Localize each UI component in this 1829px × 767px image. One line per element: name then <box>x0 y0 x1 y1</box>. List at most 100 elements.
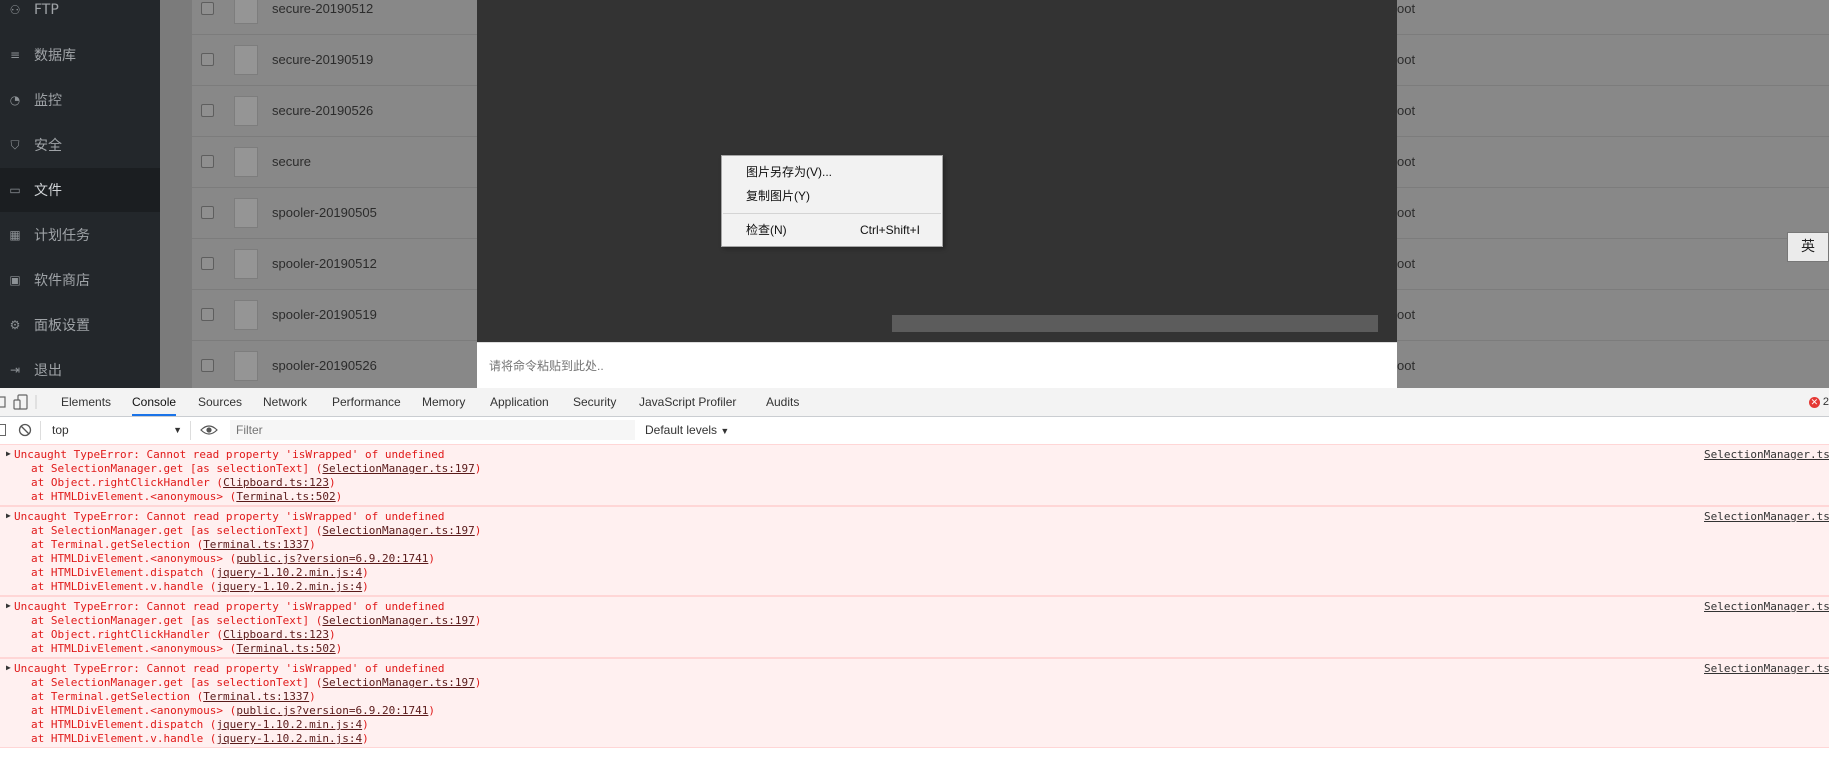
tab-console[interactable]: Console <box>132 388 177 416</box>
device-toolbar-icon[interactable] <box>13 394 28 410</box>
row-checkbox[interactable] <box>201 53 214 66</box>
stack-frame-link[interactable]: jquery-1.10.2.min.js:4 <box>216 732 362 745</box>
stack-frame-text: at HTMLDivElement.<anonymous> ( <box>31 552 237 565</box>
stack-frame: at HTMLDivElement.dispatch (jquery-1.10.… <box>31 566 369 580</box>
tab-application[interactable]: Application <box>490 388 549 416</box>
stack-frame-link[interactable]: public.js?version=6.9.20:1741 <box>236 552 428 565</box>
file-name[interactable]: secure <box>272 136 311 187</box>
tab-audits[interactable]: Audits <box>766 388 799 416</box>
menu-item-save-image[interactable]: 图片另存为(V)... <box>722 161 942 183</box>
stack-frame-link[interactable]: jquery-1.10.2.min.js:4 <box>216 580 362 593</box>
stack-frame-link[interactable]: Terminal.ts:502 <box>236 490 335 503</box>
message-source-link[interactable]: SelectionManager.ts:197 <box>1704 600 1829 613</box>
stack-frame: at SelectionManager.get [as selectionTex… <box>31 676 481 690</box>
sidebar-item-2[interactable]: ◔ 监控 <box>0 78 160 122</box>
error-text: Uncaught TypeError: Cannot read property… <box>14 600 445 613</box>
stack-frame: at SelectionManager.get [as selectionTex… <box>31 524 481 538</box>
sidebar-item-5[interactable]: ▦ 计划任务 <box>0 213 160 257</box>
file-name[interactable]: secure-20190526 <box>272 85 373 136</box>
expand-triangle-icon[interactable]: ▶ <box>6 663 11 672</box>
stack-frame-link[interactable]: jquery-1.10.2.min.js:4 <box>216 566 362 579</box>
context-select[interactable]: top ▼ <box>52 421 182 439</box>
gear-icon: ⚙ <box>9 318 21 332</box>
tab-security[interactable]: Security <box>573 388 616 416</box>
stack-frame-text: at Terminal.getSelection ( <box>31 538 204 551</box>
tab-performance[interactable]: Performance <box>332 388 401 416</box>
stack-frame-text: at HTMLDivElement.<anonymous> ( <box>31 642 237 655</box>
row-checkbox[interactable] <box>201 104 214 117</box>
row-checkbox[interactable] <box>201 2 214 15</box>
stack-frame-link[interactable]: Terminal.ts:1337 <box>203 538 309 551</box>
sidebar-item-6[interactable]: ▣ 软件商店 <box>0 258 160 302</box>
tab-sources[interactable]: Sources <box>198 388 242 416</box>
stack-frame-text: ) <box>362 580 369 593</box>
file-name[interactable]: spooler-20190526 <box>272 340 377 388</box>
file-name[interactable]: spooler-20190512 <box>272 238 377 289</box>
clear-console-icon[interactable] <box>18 423 32 440</box>
tab-network[interactable]: Network <box>263 388 307 416</box>
stack-frame: at HTMLDivElement.<anonymous> (Terminal.… <box>31 490 342 504</box>
sidebar-toggle-icon[interactable] <box>0 424 6 436</box>
ime-indicator[interactable]: 英 <box>1787 232 1829 262</box>
sidebar-item-label: 文件 <box>34 183 62 199</box>
stack-frame-link[interactable]: SelectionManager.ts:197 <box>322 676 474 689</box>
tab-memory[interactable]: Memory <box>422 388 465 416</box>
stack-frame-link[interactable]: SelectionManager.ts:197 <box>322 462 474 475</box>
stack-frame-link[interactable]: Terminal.ts:1337 <box>203 690 309 703</box>
message-source-link[interactable]: SelectionManager.ts:197 <box>1704 662 1829 675</box>
file-name[interactable]: secure-20190519 <box>272 34 373 85</box>
stack-frame: at Object.rightClickHandler (Clipboard.t… <box>31 628 336 642</box>
row-checkbox[interactable] <box>201 155 214 168</box>
menu-item-inspect[interactable]: 检查(N) Ctrl+Shift+I <box>722 219 942 241</box>
sidebar-item-0[interactable]: ⚇ FTP <box>0 0 160 32</box>
console-error-message[interactable]: ▶ Uncaught TypeError: Cannot read propert… <box>0 506 1829 596</box>
file-owner: oot <box>1397 307 1416 322</box>
sidebar-item-1[interactable]: ≡ 数据库 <box>0 33 160 77</box>
file-name[interactable]: spooler-20190505 <box>272 187 377 238</box>
stack-frame: at Terminal.getSelection (Terminal.ts:13… <box>31 690 316 704</box>
terminal-scrollbar[interactable] <box>892 315 1378 332</box>
stack-frame-link[interactable]: Terminal.ts:502 <box>236 642 335 655</box>
file-name[interactable]: spooler-20190519 <box>272 289 377 340</box>
row-checkbox[interactable] <box>201 308 214 321</box>
error-count-badge[interactable]: ✕ 2 <box>1808 388 1829 416</box>
row-checkbox[interactable] <box>201 359 214 372</box>
stack-frame-link[interactable]: jquery-1.10.2.min.js:4 <box>216 718 362 731</box>
menu-item-copy-image[interactable]: 复制图片(Y) <box>722 185 942 207</box>
console-filter-input[interactable] <box>230 420 635 440</box>
log-levels-label: Default levels <box>645 423 718 437</box>
expand-triangle-icon[interactable]: ▶ <box>6 601 11 610</box>
stack-frame-link[interactable]: Clipboard.ts:123 <box>223 476 329 489</box>
row-checkbox[interactable] <box>201 257 214 270</box>
expand-triangle-icon[interactable]: ▶ <box>6 511 11 520</box>
console-error-message[interactable]: ▶ Uncaught TypeError: Cannot read propert… <box>0 444 1829 506</box>
console-error-message[interactable]: ▶ Uncaught TypeError: Cannot read propert… <box>0 596 1829 658</box>
message-source-link[interactable]: SelectionManager.ts:197 <box>1704 448 1829 461</box>
log-levels-dropdown[interactable]: Default levels ▼ <box>645 417 729 444</box>
stack-frame-text: ) <box>309 690 316 703</box>
terminal-command-input[interactable] <box>487 358 1371 374</box>
tab-elements[interactable]: Elements <box>61 388 111 416</box>
expand-triangle-icon[interactable]: ▶ <box>6 449 11 458</box>
sidebar: ⚇ FTP ≡ 数据库 ◔ 监控 ⛉ 安全 ▭ 文件 ▦ 计划任务 ▣ 软件商店 ⚙ 面板设置 ⇥ 退出 <box>0 0 160 388</box>
stack-frame-link[interactable]: SelectionManager.ts:197 <box>322 524 474 537</box>
eye-icon[interactable] <box>200 424 218 439</box>
stack-frame-link[interactable]: Clipboard.ts:123 <box>223 628 329 641</box>
devtools-tabbar: Elements Console Sources Network Performance… <box>0 388 1829 417</box>
stack-frame-link[interactable]: SelectionManager.ts:197 <box>322 614 474 627</box>
tab-javascript-profiler[interactable]: JavaScript Profiler <box>639 388 736 416</box>
stack-frame-text: ) <box>474 614 482 627</box>
inspect-element-icon[interactable] <box>0 396 6 408</box>
sidebar-item-4[interactable]: ▭ 文件 <box>0 168 160 212</box>
sidebar-item-8[interactable]: ⇥ 退出 <box>0 348 160 388</box>
error-text: Uncaught TypeError: Cannot read property… <box>14 662 445 675</box>
row-checkbox[interactable] <box>201 206 214 219</box>
stack-frame-link[interactable]: public.js?version=6.9.20:1741 <box>236 704 428 717</box>
file-name[interactable]: secure-20190512 <box>272 0 373 34</box>
sidebar-item-3[interactable]: ⛉ 安全 <box>0 123 160 167</box>
console-error-message[interactable]: ▶ Uncaught TypeError: Cannot read propert… <box>0 658 1829 748</box>
sidebar-item-7[interactable]: ⚙ 面板设置 <box>0 303 160 347</box>
file-icon <box>234 351 258 381</box>
logout-icon: ⇥ <box>9 363 21 377</box>
message-source-link[interactable]: SelectionManager.ts:197 <box>1704 510 1829 523</box>
